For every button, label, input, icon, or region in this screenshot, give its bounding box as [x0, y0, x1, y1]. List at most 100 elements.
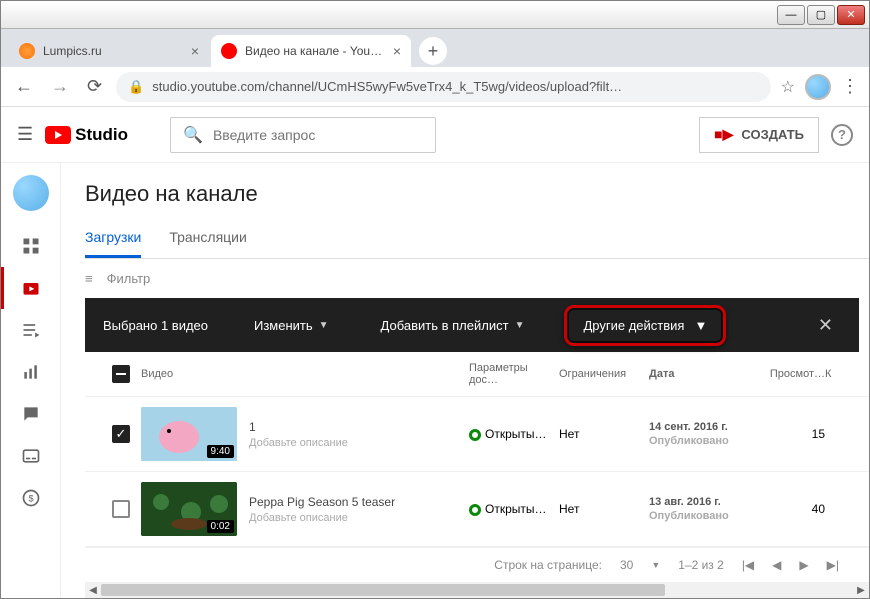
close-tab-icon[interactable]: × — [191, 43, 199, 59]
tab-uploads[interactable]: Загрузки — [85, 219, 141, 258]
rows-per-page-label: Строк на странице: — [494, 558, 602, 572]
col-video[interactable]: Видео — [141, 368, 469, 380]
duration-badge: 0:02 — [207, 520, 234, 533]
video-thumbnail[interactable]: 0:02 — [141, 482, 237, 536]
channel-avatar[interactable] — [13, 175, 49, 211]
more-actions-dropdown[interactable]: Другие действия ▼ — [564, 305, 726, 346]
window-close-button[interactable]: ✕ — [837, 5, 865, 25]
browser-menu-icon[interactable]: ⋮ — [841, 76, 859, 97]
edit-dropdown[interactable]: Изменить ▼ — [248, 318, 335, 333]
views-count: 40 — [769, 502, 825, 516]
content-area: Видео на канале Загрузки Трансляции ≡ Фи… — [61, 163, 869, 598]
select-all-checkbox[interactable] — [112, 365, 130, 383]
close-selection-bar[interactable]: ✕ — [810, 315, 841, 336]
window-titlebar: — ▢ ✕ — [1, 1, 869, 29]
add-to-playlist-dropdown[interactable]: Добавить в плейлист ▼ — [375, 318, 531, 333]
date-status: Опубликовано — [649, 510, 769, 522]
favicon-youtube — [221, 43, 237, 59]
create-button[interactable]: ■▶ СОЗДАТЬ — [699, 117, 819, 153]
chevron-down-icon: ▼ — [515, 320, 525, 331]
chevron-down-icon[interactable]: ▼ — [651, 560, 660, 570]
edit-label: Изменить — [254, 318, 313, 333]
table-row[interactable]: 0:02 Peppa Pig Season 5 teaser Добавьте … — [85, 472, 869, 547]
sidebar: $ — [1, 163, 61, 598]
col-restrictions[interactable]: Ограничения — [559, 368, 649, 380]
create-label: СОЗДАТЬ — [741, 127, 804, 142]
window-minimize-button[interactable]: — — [777, 5, 805, 25]
help-button[interactable]: ? — [831, 124, 853, 146]
selection-count: Выбрано 1 видео — [103, 318, 208, 333]
col-comments[interactable]: К — [825, 368, 853, 380]
sidebar-dashboard[interactable] — [1, 225, 61, 267]
video-description-placeholder: Добавьте описание — [249, 512, 395, 524]
search-icon: 🔍 — [183, 125, 203, 145]
search-input[interactable] — [213, 127, 423, 143]
page-range: 1–2 из 2 — [678, 558, 724, 572]
browser-toolbar: ← → ⟳ 🔒 studio.youtube.com/channel/UCmHS… — [1, 67, 869, 107]
horizontal-scrollbar[interactable]: ◀ ▶ — [85, 582, 869, 598]
favicon-lumpics — [19, 43, 35, 59]
sidebar-subtitles[interactable] — [1, 435, 61, 477]
filter-bar[interactable]: ≡ Фильтр — [85, 259, 869, 298]
video-title: Peppa Pig Season 5 teaser — [249, 495, 395, 509]
scroll-track[interactable] — [101, 583, 853, 597]
sidebar-monetization[interactable]: $ — [1, 477, 61, 519]
tab-title: Видео на канале - YouTube Stu — [245, 44, 385, 58]
youtube-play-icon — [45, 126, 71, 144]
page-prev-icon[interactable]: ◀ — [772, 558, 781, 572]
sidebar-content[interactable] — [1, 267, 61, 309]
profile-avatar[interactable] — [805, 74, 831, 100]
new-tab-button[interactable]: + — [419, 37, 447, 65]
rows-per-page-value[interactable]: 30 — [620, 558, 633, 572]
video-camera-icon: ■▶ — [714, 126, 733, 143]
more-actions-label: Другие действия — [583, 318, 684, 333]
views-count: 15 — [769, 427, 825, 441]
pagination-bar: Строк на странице: 30 ▼ 1–2 из 2 |◀ ◀ ▶ … — [85, 547, 869, 582]
video-thumbnail[interactable]: 9:40 — [141, 407, 237, 461]
scroll-right-arrow[interactable]: ▶ — [853, 585, 869, 596]
window-maximize-button[interactable]: ▢ — [807, 5, 835, 25]
hamburger-menu-icon[interactable]: ☰ — [17, 124, 33, 145]
browser-tab-lumpics[interactable]: Lumpics.ru × — [9, 35, 209, 67]
lock-icon: 🔒 — [128, 79, 144, 95]
tab-live[interactable]: Трансляции — [169, 219, 246, 258]
logo-text: Studio — [75, 125, 128, 145]
close-tab-icon[interactable]: × — [393, 43, 401, 59]
visibility-public-icon — [469, 504, 481, 516]
nav-back-button[interactable]: ← — [11, 72, 37, 101]
page-title: Видео на канале — [85, 163, 869, 219]
url-text: studio.youtube.com/channel/UCmHS5wyFw5ve… — [152, 79, 622, 94]
row-checkbox[interactable]: ✓ — [112, 425, 130, 443]
address-bar[interactable]: 🔒 studio.youtube.com/channel/UCmHS5wyFw5… — [116, 72, 771, 102]
nav-forward-button[interactable]: → — [47, 72, 73, 101]
sidebar-playlists[interactable] — [1, 309, 61, 351]
scroll-left-arrow[interactable]: ◀ — [85, 585, 101, 596]
chevron-down-icon: ▼ — [694, 318, 707, 333]
add-playlist-label: Добавить в плейлист — [381, 318, 509, 333]
page-first-icon[interactable]: |◀ — [742, 558, 754, 572]
filter-icon: ≡ — [85, 271, 93, 286]
page-next-icon[interactable]: ▶ — [799, 558, 808, 572]
page-last-icon[interactable]: ▶| — [827, 558, 839, 572]
studio-logo[interactable]: Studio — [45, 125, 128, 145]
sidebar-analytics[interactable] — [1, 351, 61, 393]
col-visibility[interactable]: Параметры дос… — [469, 362, 559, 386]
sidebar-comments[interactable] — [1, 393, 61, 435]
table-row[interactable]: ✓ 9:40 1 Добавьте описание Открыты… Нет … — [85, 397, 869, 472]
browser-tab-youtube-studio[interactable]: Видео на канале - YouTube Stu × — [211, 35, 411, 67]
video-title: 1 — [249, 420, 348, 434]
bookmark-star-icon[interactable]: ☆ — [781, 77, 795, 97]
selection-action-bar: Выбрано 1 видео Изменить ▼ Добавить в пл… — [85, 298, 859, 352]
content-tabs: Загрузки Трансляции — [85, 219, 869, 259]
nav-reload-button[interactable]: ⟳ — [83, 72, 106, 101]
video-description-placeholder: Добавьте описание — [249, 437, 348, 449]
scroll-thumb[interactable] — [101, 584, 665, 596]
chevron-down-icon: ▼ — [319, 320, 329, 331]
restrictions-text: Нет — [559, 427, 649, 441]
col-views[interactable]: Просмот… — [769, 368, 825, 380]
search-box[interactable]: 🔍 — [170, 117, 436, 153]
col-date[interactable]: Дата — [649, 368, 769, 380]
row-checkbox[interactable] — [112, 500, 130, 518]
tab-title: Lumpics.ru — [43, 44, 183, 58]
browser-tabstrip: Lumpics.ru × Видео на канале - YouTube S… — [1, 29, 869, 67]
